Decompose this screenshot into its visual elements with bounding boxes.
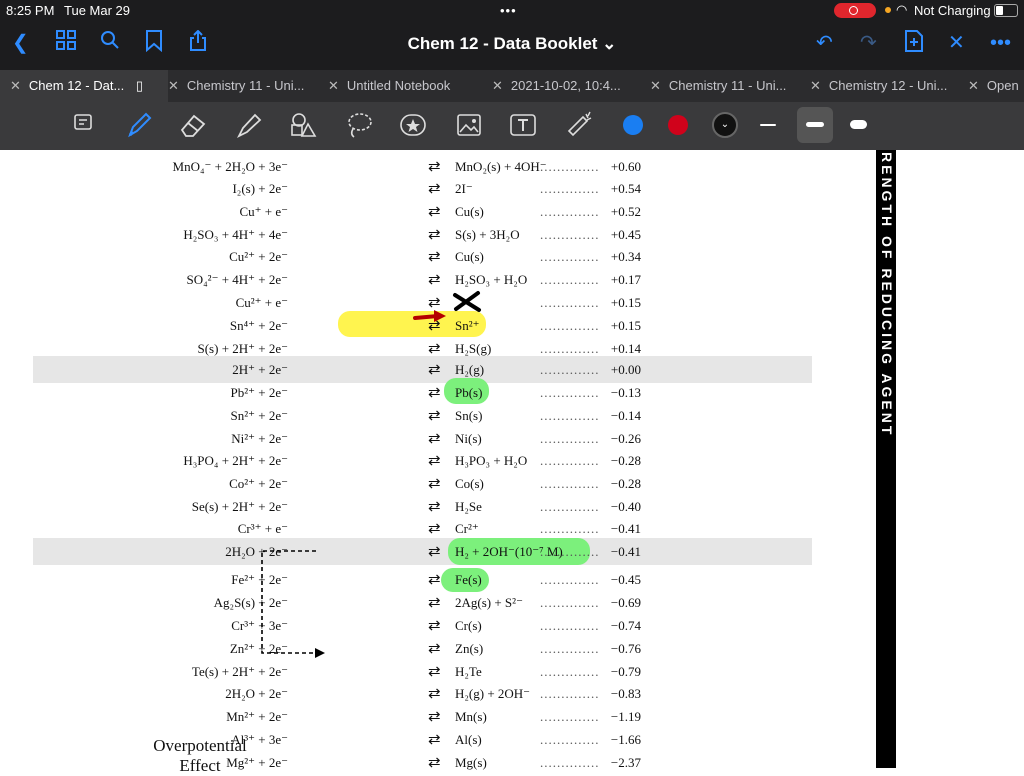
ink-cross-mark	[453, 291, 481, 312]
ink-annotations	[261, 291, 481, 658]
reducing-agent-label: RENGTH OF REDUCING AGENT	[879, 152, 895, 438]
overpotential-dashed-arrow	[261, 550, 318, 654]
overpotential-arrow-head	[315, 648, 325, 658]
red-arrow-head	[434, 310, 446, 322]
